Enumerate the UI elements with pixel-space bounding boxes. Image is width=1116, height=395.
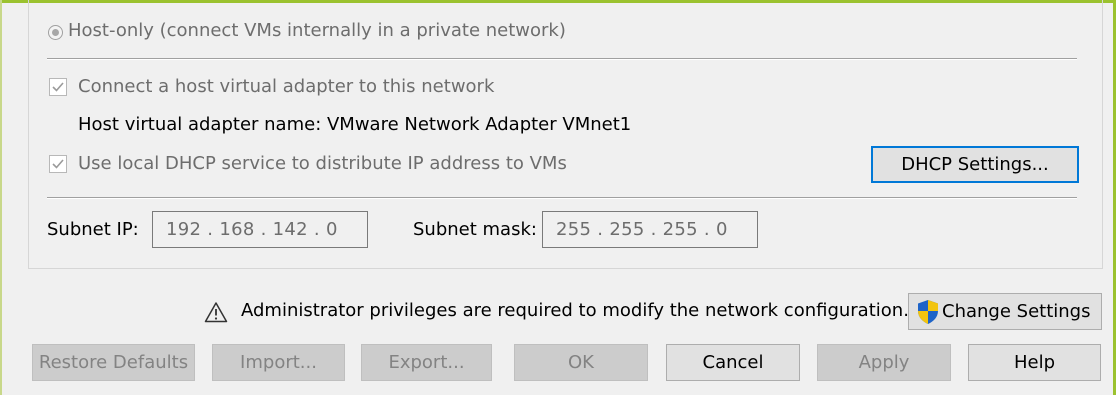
host-adapter-name-label: Host virtual adapter name: VMware Networ… xyxy=(78,114,632,135)
checkmark-icon xyxy=(52,82,64,92)
restore-defaults-button[interactable]: Restore Defaults xyxy=(32,344,195,381)
separator-bottom xyxy=(47,197,1077,199)
separator-top xyxy=(47,58,1077,60)
cancel-button[interactable]: Cancel xyxy=(666,344,800,381)
subnet-mask-field[interactable]: 255 . 255 . 255 . 0 xyxy=(542,211,758,248)
admin-warning-text: Administrator privileges are required to… xyxy=(241,300,909,321)
warning-icon xyxy=(204,302,228,323)
subnet-ip-label: Subnet IP: xyxy=(47,219,139,240)
use-dhcp-checkbox[interactable] xyxy=(49,155,67,173)
help-button[interactable]: Help xyxy=(968,344,1101,381)
connect-host-adapter-label: Connect a host virtual adapter to this n… xyxy=(78,76,495,97)
export-button[interactable]: Export... xyxy=(361,344,492,381)
ok-button[interactable]: OK xyxy=(514,344,648,381)
apply-button[interactable]: Apply xyxy=(817,344,951,381)
subnet-mask-label: Subnet mask: xyxy=(413,219,537,240)
shield-icon xyxy=(918,299,938,324)
window-accent-left xyxy=(0,0,2,395)
subnet-ip-field[interactable]: 192 . 168 . 142 . 0 xyxy=(152,211,368,248)
checkmark-icon xyxy=(52,159,64,169)
import-button[interactable]: Import... xyxy=(212,344,345,381)
connect-host-adapter-checkbox[interactable] xyxy=(49,78,67,96)
use-dhcp-label: Use local DHCP service to distribute IP … xyxy=(78,153,567,174)
host-only-label: Host-only (connect VMs internally in a p… xyxy=(68,20,566,41)
host-only-radio[interactable] xyxy=(48,25,63,40)
dhcp-settings-button[interactable]: DHCP Settings... xyxy=(871,146,1079,183)
change-settings-label: Change Settings xyxy=(942,301,1091,322)
change-settings-button[interactable]: Change Settings xyxy=(908,293,1102,330)
